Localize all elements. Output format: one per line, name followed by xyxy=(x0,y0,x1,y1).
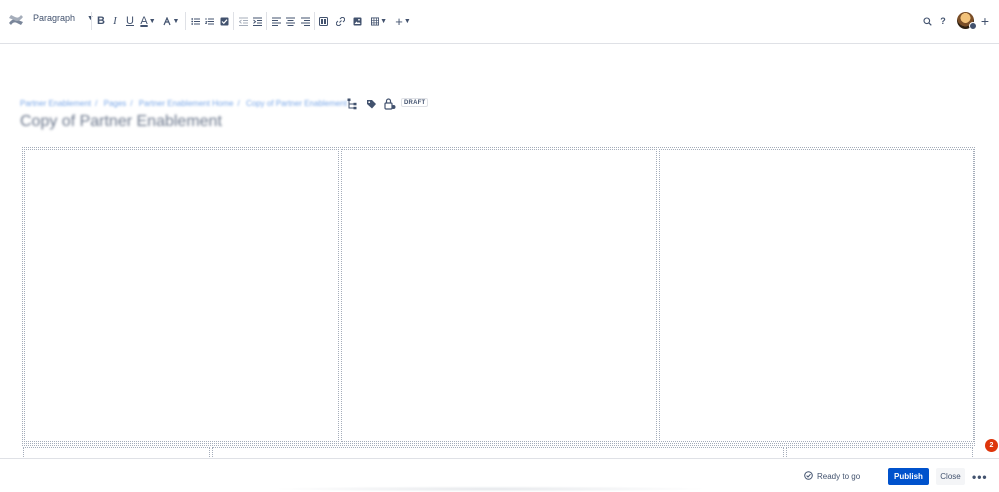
align-left-icon[interactable] xyxy=(271,12,281,30)
restrictions-lock-icon[interactable] xyxy=(384,97,396,110)
page-tree-icon[interactable] xyxy=(347,97,359,110)
breadcrumb: Partner Enablement / Pages / Partner Enabl… xyxy=(20,99,351,108)
link-icon[interactable] xyxy=(335,12,345,30)
divider xyxy=(233,12,234,30)
clear-format-icon[interactable]: ▼ xyxy=(162,12,180,30)
publish-button[interactable]: Publish xyxy=(888,468,929,485)
breadcrumb-item[interactable]: Copy of Partner Enablement xyxy=(246,99,347,108)
ready-status: Ready to go xyxy=(804,471,860,482)
divider xyxy=(185,12,186,30)
layout-column[interactable] xyxy=(659,149,974,442)
breadcrumb-separator: / xyxy=(95,99,98,108)
layout-column[interactable] xyxy=(341,149,657,442)
add-icon[interactable]: + xyxy=(979,12,991,30)
editor-toolbar: Paragraph ▼ B I U A▼ ▼ xyxy=(0,0,999,44)
bold-icon[interactable]: B xyxy=(96,12,106,30)
text-style-label: Paragraph xyxy=(33,13,76,23)
avatar-status-icon xyxy=(969,22,977,30)
text-style-dropdown[interactable]: Paragraph ▼ xyxy=(33,13,94,23)
breadcrumb-item[interactable]: Pages xyxy=(104,99,127,108)
editor-footer: Ready to go Publish Close ••• xyxy=(0,458,999,492)
check-circle-icon xyxy=(804,471,813,482)
help-icon[interactable]: ? xyxy=(938,12,948,30)
divider xyxy=(266,12,267,30)
breadcrumb-separator: / xyxy=(237,99,240,108)
confluence-logo-icon[interactable] xyxy=(8,12,24,28)
more-actions-icon[interactable]: ••• xyxy=(972,471,988,483)
bullet-list-icon[interactable] xyxy=(190,12,200,30)
breadcrumb-item[interactable]: Partner Enablement xyxy=(20,99,91,108)
layout-column[interactable] xyxy=(24,149,339,442)
ready-label: Ready to go xyxy=(817,472,861,481)
notification-badge[interactable]: 2 xyxy=(985,439,998,452)
scroll-shadow xyxy=(270,486,710,492)
page-title[interactable]: Copy of Partner Enablement xyxy=(20,113,222,131)
insert-plus-icon[interactable]: + ▼ xyxy=(395,12,411,30)
underline-icon[interactable]: U xyxy=(125,12,135,30)
align-right-icon[interactable] xyxy=(300,12,310,30)
breadcrumb-separator: / xyxy=(130,99,133,108)
breadcrumb-item[interactable]: Partner Enablement Home xyxy=(139,99,234,108)
numbered-list-icon[interactable] xyxy=(204,12,214,30)
outdent-icon[interactable] xyxy=(238,12,248,30)
layout-icon[interactable] xyxy=(318,12,328,30)
text-color-icon[interactable]: A ▼ xyxy=(139,12,157,30)
close-button[interactable]: Close xyxy=(936,468,965,485)
divider xyxy=(314,12,315,30)
italic-icon[interactable]: I xyxy=(110,12,120,30)
search-icon[interactable] xyxy=(922,12,932,30)
align-center-icon[interactable] xyxy=(285,12,295,30)
layout-section xyxy=(22,147,975,444)
divider xyxy=(91,12,92,30)
image-icon[interactable] xyxy=(352,12,362,30)
status-badge: DRAFT xyxy=(401,98,429,107)
table-icon[interactable]: ▼ xyxy=(371,12,387,30)
label-icon[interactable] xyxy=(366,97,378,109)
task-list-icon[interactable] xyxy=(219,12,229,30)
indent-icon[interactable] xyxy=(252,12,262,30)
